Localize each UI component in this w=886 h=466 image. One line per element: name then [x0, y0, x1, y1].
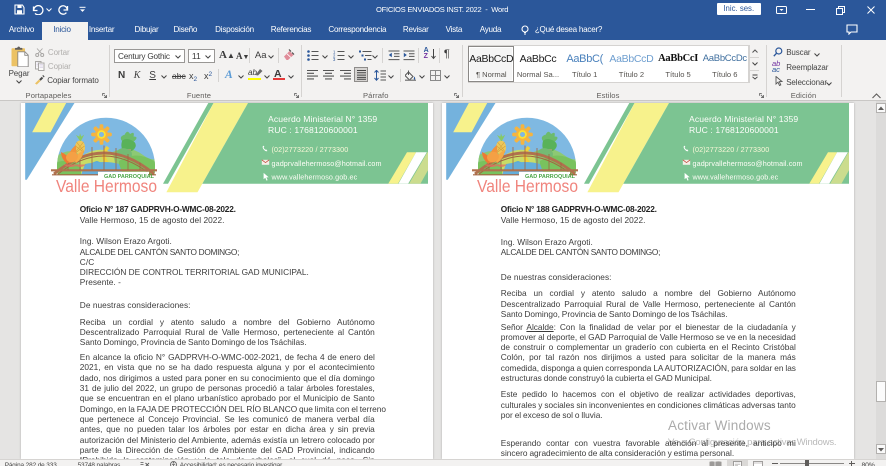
svg-text:(02)2773220 / 2773300: (02)2773220 / 2773300 [272, 145, 349, 154]
svg-text:3: 3 [333, 57, 336, 61]
svg-text:www.vallehermoso.gob.ec: www.vallehermoso.gob.ec [271, 173, 358, 182]
svg-text:RUC : 1768120600001: RUC : 1768120600001 [268, 125, 358, 135]
svg-text:gadprvallehermoso@hotmail.com: gadprvallehermoso@hotmail.com [693, 159, 803, 168]
svg-text:Acuerdo Ministerial N° 1359: Acuerdo Ministerial N° 1359 [689, 114, 798, 124]
svg-text:Valle Hermoso: Valle Hermoso [477, 176, 578, 196]
svg-text:Acuerdo Ministerial N° 1359: Acuerdo Ministerial N° 1359 [268, 114, 377, 124]
svg-text:(02)2773220 / 2773300: (02)2773220 / 2773300 [693, 145, 770, 154]
svg-text:www.vallehermoso.gob.ec: www.vallehermoso.gob.ec [692, 173, 779, 182]
svg-text:Valle Hermoso: Valle Hermoso [56, 176, 157, 196]
svg-text:gadprvallehermoso@hotmail.com: gadprvallehermoso@hotmail.com [272, 159, 382, 168]
svg-text:RUC : 1768120600001: RUC : 1768120600001 [689, 125, 779, 135]
